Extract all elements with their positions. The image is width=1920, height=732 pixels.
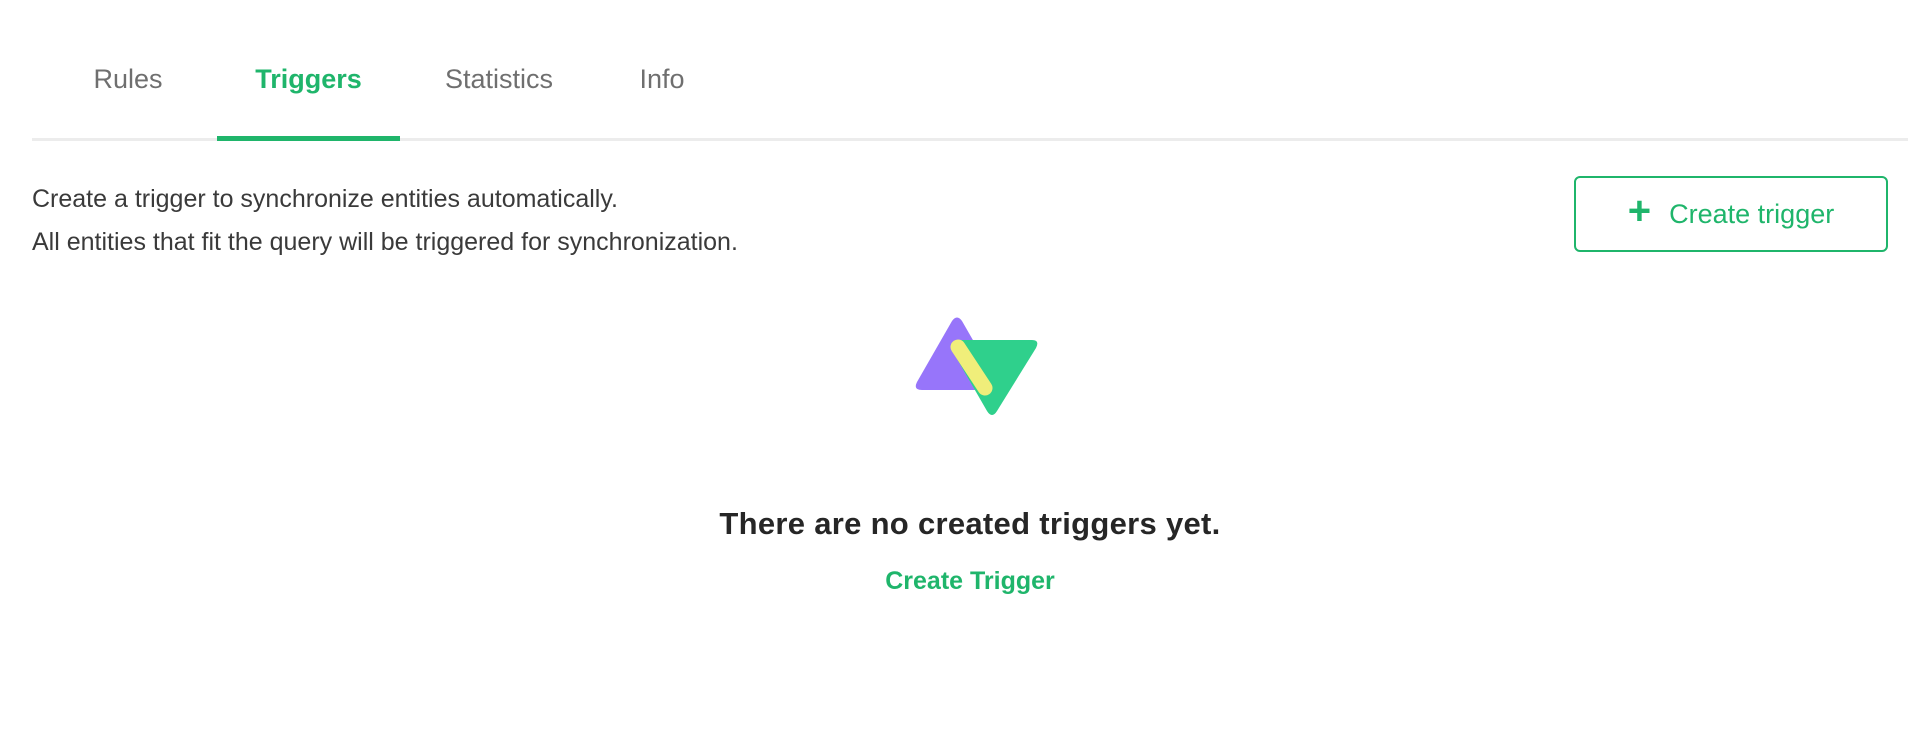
empty-state-title: There are no created triggers yet. <box>719 506 1221 541</box>
tab-rules[interactable]: Rules <box>68 64 188 138</box>
triggers-description: Create a trigger to synchronize entities… <box>32 178 738 264</box>
triggers-page: Rules Triggers Statistics Info Create a … <box>32 0 1908 732</box>
tab-rules-label: Rules <box>93 64 163 94</box>
plus-icon: + <box>1627 189 1652 233</box>
tab-bar: Rules Triggers Statistics Info <box>32 0 1908 141</box>
active-tab-indicator <box>217 136 400 141</box>
tab-statistics[interactable]: Statistics <box>430 64 568 138</box>
tab-info[interactable]: Info <box>622 64 702 138</box>
tab-triggers[interactable]: Triggers <box>217 64 400 141</box>
empty-triggers-illustration <box>915 317 1038 415</box>
tab-info-label: Info <box>639 64 685 94</box>
tab-statistics-label: Statistics <box>444 64 554 94</box>
empty-state-create-link-row: Create Trigger <box>32 567 1908 596</box>
tab-triggers-label: Triggers <box>255 64 362 94</box>
create-trigger-button-label: Create trigger <box>1669 198 1835 229</box>
description-line-2: All entities that fit the query will be … <box>32 228 738 256</box>
create-trigger-button[interactable]: + Create trigger <box>1574 176 1888 252</box>
description-line-1: Create a trigger to synchronize entities… <box>32 185 618 213</box>
create-trigger-link[interactable]: Create Trigger <box>885 567 1055 595</box>
